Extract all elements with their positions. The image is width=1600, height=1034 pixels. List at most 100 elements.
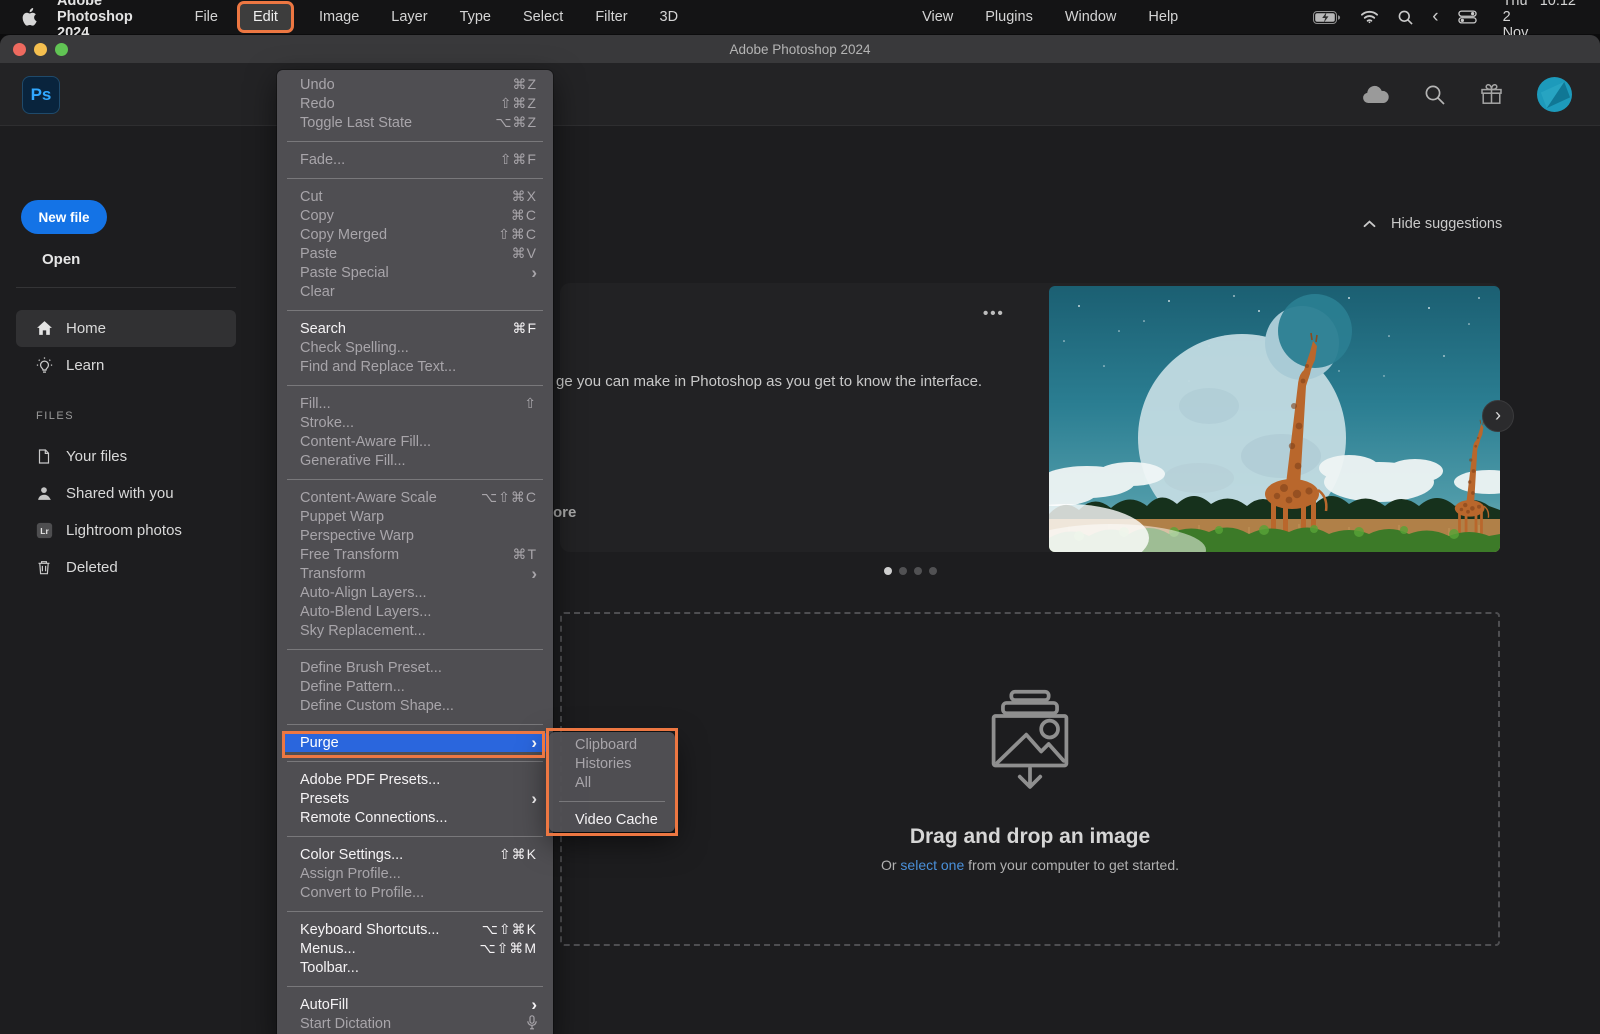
- lightbulb-icon: [36, 357, 53, 374]
- menu-shortcut: ⌘F: [512, 320, 537, 337]
- apple-logo-icon[interactable]: [22, 8, 37, 26]
- window-titlebar[interactable]: Adobe Photoshop 2024: [0, 35, 1600, 63]
- menubar-item-file[interactable]: File: [191, 4, 222, 30]
- sidebar-item-deleted[interactable]: Deleted: [16, 549, 236, 586]
- menu-separator: [287, 385, 543, 386]
- sidebar-item-label: Your files: [66, 448, 127, 465]
- card-button-fragment[interactable]: ore: [553, 504, 576, 521]
- menubar-item-3d[interactable]: 3D: [656, 4, 683, 30]
- submenu-item-video-cache[interactable]: Video Cache: [549, 810, 675, 829]
- chevron-left-icon[interactable]: ‹: [1432, 12, 1438, 22]
- menu-item-label: Adobe PDF Presets...: [300, 772, 440, 788]
- people-icon: [36, 485, 53, 502]
- menu-shortcut: ⇧⌘K: [499, 846, 537, 863]
- photoshop-logo: Ps: [22, 76, 60, 114]
- sidebar-nav: HomeLearn: [16, 310, 236, 384]
- carousel-dot-2[interactable]: [899, 567, 907, 575]
- lightroom-icon: Lr: [36, 522, 53, 539]
- search-icon[interactable]: [1398, 10, 1413, 25]
- menu-item-presets[interactable]: Presets›: [277, 789, 553, 808]
- menu-item-remote-connections[interactable]: Remote Connections...: [277, 808, 553, 827]
- sidebar-item-lightroom-photos[interactable]: Lr Lightroom photos: [16, 512, 236, 549]
- avatar[interactable]: [1537, 77, 1572, 112]
- menubar-item-layer[interactable]: Layer: [387, 4, 431, 30]
- battery-charging-icon[interactable]: [1313, 11, 1341, 24]
- sidebar-item-your-files[interactable]: Your files: [16, 438, 236, 475]
- menu-item-label: Puppet Warp: [300, 509, 384, 525]
- sidebar: New file Open HomeLearn FILES Your files…: [0, 127, 260, 1034]
- menu-shortcut: ⇧⌘F: [500, 151, 537, 168]
- menu-separator: [287, 911, 543, 912]
- menu-item-label: Toolbar...: [300, 960, 359, 976]
- menu-shortcut: ⌘C: [511, 207, 537, 224]
- sidebar-item-label: Lightroom photos: [66, 522, 182, 539]
- menu-item-label: Purge: [300, 735, 339, 751]
- menubar-item-view[interactable]: View: [918, 4, 957, 30]
- menu-separator: [287, 986, 543, 987]
- wifi-icon[interactable]: [1360, 10, 1379, 24]
- menubar-item-help[interactable]: Help: [1144, 4, 1182, 30]
- menubar-item-type[interactable]: Type: [456, 4, 495, 30]
- app-header: Ps: [0, 63, 1600, 126]
- close-window-button[interactable]: [13, 43, 26, 56]
- menubar-item-image[interactable]: Image: [315, 4, 363, 30]
- image-dropzone[interactable]: Drag and drop an image Or select one fro…: [560, 612, 1500, 946]
- sidebar-files-nav: Your files Shared with you Lr Lightroom pho…: [16, 438, 236, 586]
- files-section-label: FILES: [36, 410, 74, 422]
- control-center-icon[interactable]: [1458, 10, 1477, 24]
- ellipsis-icon[interactable]: •••: [983, 305, 1005, 322]
- carousel-dot-1[interactable]: [884, 567, 892, 575]
- image-drop-icon: [974, 686, 1086, 807]
- menubar-item-select[interactable]: Select: [519, 4, 567, 30]
- menu-shortcut: ⌥⌘Z: [495, 114, 537, 131]
- gift-icon[interactable]: [1480, 83, 1503, 106]
- menu-shortcut: ⇧⌘C: [498, 226, 537, 243]
- minimize-window-button[interactable]: [34, 43, 47, 56]
- carousel-dot-4[interactable]: [929, 567, 937, 575]
- suggestion-card[interactable]: ••• ge you can make in Photoshop as you …: [560, 283, 1500, 552]
- menu-item-keyboard-shortcuts[interactable]: Keyboard Shortcuts...⌥⇧⌘K: [277, 920, 553, 939]
- purge-submenu-list: ClipboardHistoriesAllVideo Cache: [549, 735, 675, 829]
- sidebar-item-shared-with-you[interactable]: Shared with you: [16, 475, 236, 512]
- sidebar-item-home[interactable]: Home: [16, 310, 236, 347]
- menu-item-transform: Transform›: [277, 564, 553, 583]
- new-file-button[interactable]: New file: [21, 200, 107, 234]
- menu-item-purge[interactable]: Purge›: [282, 733, 548, 752]
- menu-item-adobe-pdf-presets[interactable]: Adobe PDF Presets...: [277, 770, 553, 789]
- dropzone-title: Drag and drop an image: [562, 825, 1498, 849]
- search-icon[interactable]: [1424, 84, 1446, 106]
- menu-separator: [559, 801, 665, 802]
- menu-item-label: Define Custom Shape...: [300, 698, 454, 714]
- menubar-item-plugins[interactable]: Plugins: [981, 4, 1037, 30]
- card-image-giraffes[interactable]: [1049, 286, 1500, 552]
- menu-item-label: Paste: [300, 246, 337, 262]
- sidebar-item-label: Deleted: [66, 559, 118, 576]
- menu-item-toolbar[interactable]: Toolbar...: [277, 958, 553, 977]
- zoom-window-button[interactable]: [55, 43, 68, 56]
- menubar-item-filter[interactable]: Filter: [591, 4, 631, 30]
- cloud-icon[interactable]: [1362, 85, 1390, 104]
- open-button[interactable]: Open: [42, 251, 80, 268]
- carousel-next-button[interactable]: ›: [1482, 400, 1514, 432]
- hide-suggestions-button[interactable]: Hide suggestions: [1363, 216, 1502, 232]
- menubar-item-window[interactable]: Window: [1061, 4, 1121, 30]
- carousel-dot-3[interactable]: [914, 567, 922, 575]
- menu-item-content-aware-scale: Content-Aware Scale⌥⇧⌘C: [277, 488, 553, 507]
- menu-item-autofill[interactable]: AutoFill›: [277, 995, 553, 1014]
- menu-item-start-dictation: Start Dictation: [277, 1014, 553, 1033]
- header-icons: [1328, 63, 1572, 126]
- menu-separator: [287, 178, 543, 179]
- edit-menu-list: Undo⌘ZRedo⇧⌘ZToggle Last State⌥⌘ZFade...…: [277, 75, 553, 1033]
- select-one-link[interactable]: select one: [900, 857, 964, 873]
- menubar-item-edit[interactable]: Edit: [240, 4, 291, 30]
- menu-item-define-brush-preset: Define Brush Preset...: [277, 658, 553, 677]
- sidebar-item-learn[interactable]: Learn: [16, 347, 236, 384]
- menu-item-search[interactable]: Search⌘F: [277, 319, 553, 338]
- menu-item-color-settings[interactable]: Color Settings...⇧⌘K: [277, 845, 553, 864]
- menu-item-find-and-replace-text: Find and Replace Text...: [277, 357, 553, 376]
- menu-shortcut: ⌘V: [512, 245, 537, 262]
- svg-text:Lr: Lr: [40, 526, 49, 536]
- menu-item-menus[interactable]: Menus...⌥⇧⌘M: [277, 939, 553, 958]
- chevron-up-icon: [1363, 220, 1376, 228]
- menu-shortcut: ⇧: [524, 395, 537, 412]
